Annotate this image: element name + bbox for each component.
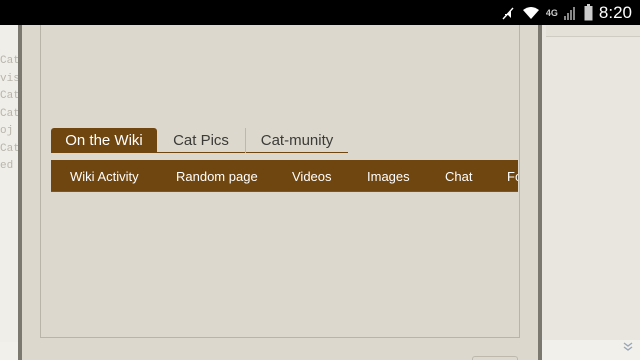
wiki-nav-bar: Wiki Activity Random page Videos Images …	[51, 160, 518, 192]
nav-videos[interactable]: Videos	[292, 160, 332, 191]
signal-icon	[563, 5, 578, 21]
background-text-stub: Cat	[0, 107, 18, 120]
tab-on-the-wiki[interactable]: On the Wiki	[51, 128, 157, 153]
nav-wiki-activity[interactable]: Wiki Activity	[70, 160, 139, 191]
background-text-stub: Cat	[0, 55, 18, 67]
tab-cat-munity[interactable]: Cat-munity	[245, 128, 348, 153]
battery-icon	[584, 4, 593, 21]
background-header-strip	[546, 25, 640, 37]
status-bar: 4G 8:20	[0, 0, 640, 25]
mute-icon	[500, 5, 516, 21]
clock: 8:20	[598, 2, 632, 22]
wifi-icon	[522, 6, 540, 20]
background-text-stub: Cat	[0, 90, 18, 102]
nav-random-page[interactable]: Random page	[176, 160, 258, 191]
background-page-right	[542, 25, 640, 360]
status-icons: 4G 8:20	[500, 0, 632, 25]
bottom-button[interactable]	[472, 356, 518, 360]
background-text-stub: ed	[0, 160, 14, 172]
nav-images[interactable]: Images	[367, 160, 410, 191]
background-text-stub: Cat	[0, 142, 18, 155]
background-text-stubs: Cat vis Cat Cat oj Cat ed	[0, 25, 18, 176]
background-page-bottom-left	[0, 342, 18, 360]
background-text-stub: vis	[0, 72, 18, 85]
tab-cat-pics[interactable]: Cat Pics	[157, 128, 245, 153]
nav-forum[interactable]: Fo	[507, 160, 518, 191]
wiki-tabs: On the Wiki Cat Pics Cat-munity	[51, 128, 348, 154]
network-type-label: 4G	[545, 7, 558, 18]
chevron-down-icon[interactable]	[622, 339, 634, 357]
nav-chat[interactable]: Chat	[445, 160, 472, 191]
background-text-stub: oj	[0, 125, 14, 137]
background-page-left: Cat vis Cat Cat oj Cat ed	[0, 25, 18, 360]
wiki-overlay-panel	[18, 25, 542, 360]
